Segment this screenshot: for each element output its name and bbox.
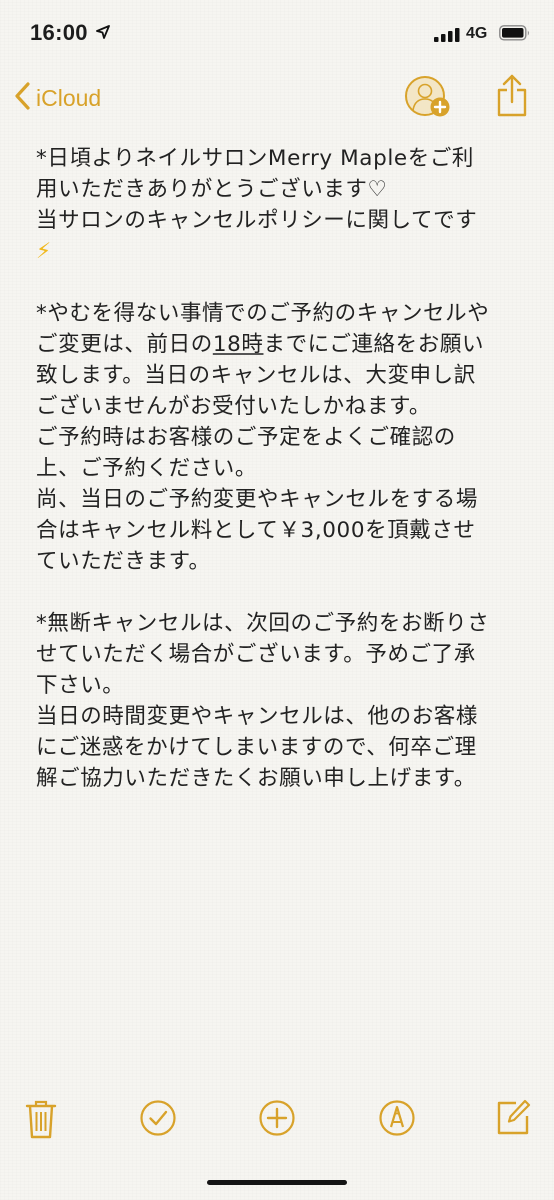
checklist-icon	[138, 1100, 178, 1142]
note-line-deadline: ご変更は、前日の18時までにご連絡をお願い	[36, 332, 485, 357]
note-line: 用いただきありがとうございます♡	[36, 177, 388, 202]
note-line	[36, 267, 536, 298]
note-line: 下さい。	[36, 673, 125, 698]
navigation-bar: iCloud	[0, 70, 554, 126]
note-line: 当サロンのキャンセルポリシーに関してです	[36, 208, 478, 233]
location-arrow-icon	[96, 24, 110, 43]
note-line: 致します。当日のキャンセルは、大変申し訳	[36, 363, 476, 388]
status-time: 16:00	[30, 20, 88, 45]
note-line: ていただきます。	[36, 549, 211, 574]
trash-icon	[24, 1100, 58, 1144]
chevron-left-icon	[14, 82, 30, 114]
note-line: にご迷惑をかけてしまいますので、何卒ご理	[36, 735, 477, 760]
share-button[interactable]	[496, 74, 528, 122]
compose-icon	[496, 1099, 532, 1140]
note-line: ご予約時はお客様のご予定をよくご確認の	[36, 425, 456, 450]
note-line: *日頃よりネイルサロンMerry Mapleをご利	[36, 146, 475, 171]
note-line: ございませんがお受付いたしかねます。	[36, 394, 432, 419]
note-line: 当日の時間変更やキャンセルは、他のお客様	[36, 704, 479, 729]
note-line: *やむを得ない事情でのご予約のキャンセルや	[36, 301, 490, 326]
markup-button[interactable]	[377, 1098, 417, 1142]
note-line: せていただく場合がございます。予めご了承	[36, 642, 476, 667]
note-text-body[interactable]: *日頃よりネイルサロンMerry Mapleをご利 用いただきありがとうございま…	[36, 143, 536, 794]
network-type-label: 4G	[466, 25, 488, 42]
add-person-icon	[403, 76, 455, 126]
delete-button[interactable]	[24, 1098, 58, 1144]
markup-pen-icon	[377, 1100, 417, 1142]
back-button[interactable]: iCloud	[14, 78, 101, 118]
note-line: 合はキャンセル料として￥3,000を頂戴させ	[36, 518, 476, 543]
note-line: 解ご協力いただきたくお願い申し上げます。	[36, 766, 476, 791]
share-icon	[496, 74, 528, 122]
lightning-emoji-line: ⚡	[36, 239, 52, 264]
back-button-label: iCloud	[36, 84, 102, 111]
home-indicator[interactable]	[207, 1180, 347, 1185]
compose-button[interactable]	[496, 1098, 532, 1140]
checklist-button[interactable]	[138, 1098, 178, 1142]
bottom-toolbar	[0, 1090, 554, 1150]
signal-bars-icon	[434, 27, 460, 46]
note-line: *無断キャンセルは、次回のご予約をお断りさ	[36, 611, 490, 636]
add-icon	[257, 1100, 297, 1142]
note-line: 上、ご予約ください。	[36, 456, 258, 481]
deadline-time-link[interactable]: 18時	[213, 332, 264, 357]
add-button[interactable]	[257, 1098, 297, 1142]
status-bar: 16:00 4G	[0, 0, 554, 62]
note-line: 尚、当日のご予約変更やキャンセルをする場	[36, 487, 479, 512]
battery-icon	[499, 25, 531, 45]
note-line	[36, 577, 536, 608]
add-people-button[interactable]	[403, 74, 455, 126]
